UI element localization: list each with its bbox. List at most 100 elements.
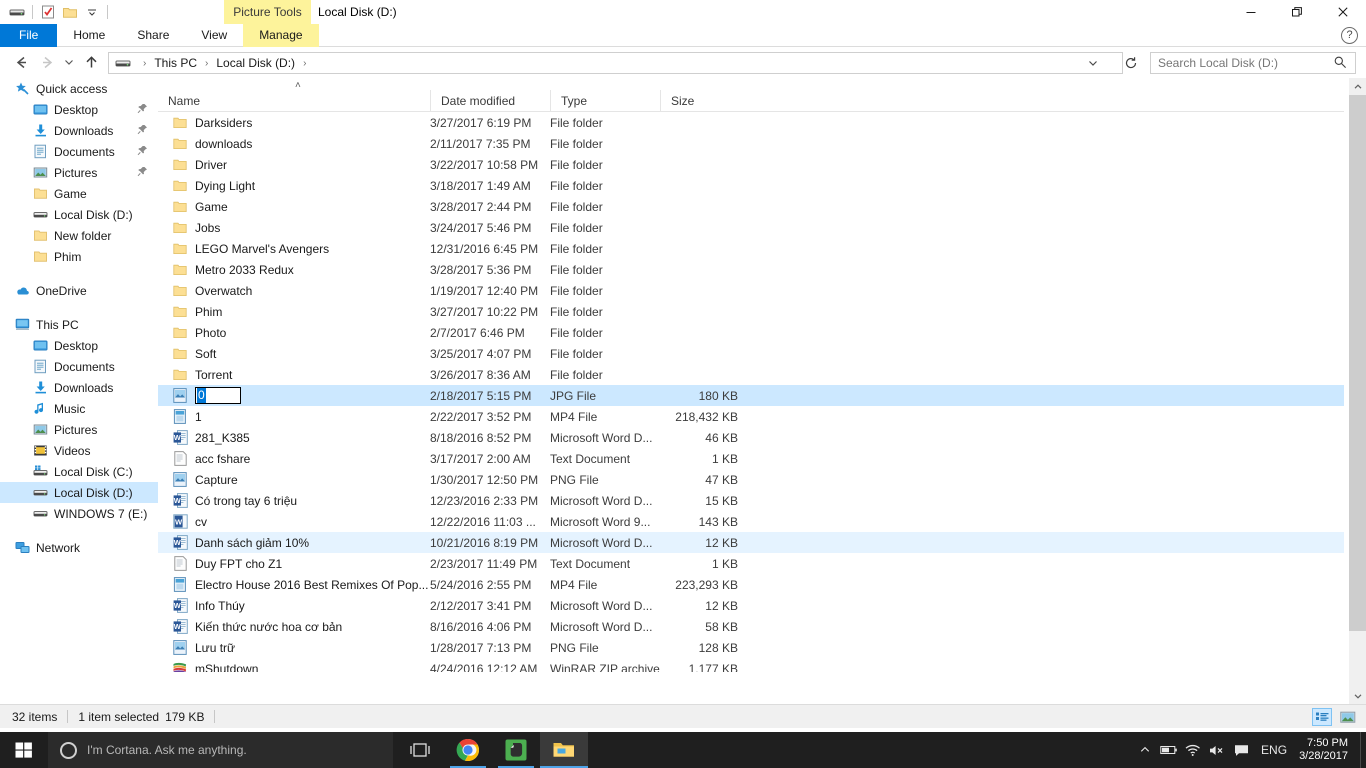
recent-locations-button[interactable] — [60, 49, 78, 75]
file-name-cell[interactable]: W Danh sách giảm 10% — [158, 535, 430, 551]
file-explorer-button[interactable] — [540, 732, 588, 768]
file-name-cell[interactable]: W Có trong tay 6 triệu — [158, 493, 430, 509]
sidebar-item-new-folder[interactable]: New folder — [0, 225, 158, 246]
table-row[interactable]: Duy FPT cho Z1 2/23/2017 11:49 PM Text Doc… — [158, 553, 1344, 574]
file-name-cell[interactable]: mShutdown — [158, 661, 430, 672]
scrollbar-thumb[interactable] — [1349, 95, 1366, 631]
file-name-cell[interactable]: downloads — [158, 136, 430, 152]
table-row[interactable]: Jobs 3/24/2017 5:46 PM File folder — [158, 217, 1344, 238]
file-name-cell[interactable]: Torrent — [158, 367, 430, 383]
properties-icon[interactable] — [37, 1, 59, 23]
sidebar-item-local-disk-c[interactable]: Local Disk (C:) — [0, 461, 158, 482]
forward-button[interactable] — [34, 49, 60, 75]
task-view-button[interactable] — [396, 732, 444, 768]
table-row[interactable]: Metro 2033 Redux 3/28/2017 5:36 PM File fo… — [158, 259, 1344, 280]
navigation-pane[interactable]: Quick access Desktop Downloads Documents… — [0, 78, 158, 704]
scroll-down-button[interactable] — [1349, 687, 1366, 704]
sidebar-item-documents[interactable]: Documents — [0, 356, 158, 377]
table-row[interactable]: Torrent 3/26/2017 8:36 AM File folder — [158, 364, 1344, 385]
breadcrumb-chevron-3[interactable]: › — [297, 58, 312, 69]
table-row[interactable]: Wcv 12/22/2016 11:03 ... Microsoft Word 9.… — [158, 511, 1344, 532]
file-name-cell[interactable]: W 281_K385 — [158, 430, 430, 446]
clock[interactable]: 7:50 PM 3/28/2017 — [1295, 737, 1360, 763]
file-name-cell[interactable]: Phim — [158, 304, 430, 320]
sidebar-item-local-disk-d-qa[interactable]: Local Disk (D:) — [0, 204, 158, 225]
table-row[interactable]: LEGO Marvel's Avengers 12/31/2016 6:45 PM… — [158, 238, 1344, 259]
start-button[interactable] — [0, 732, 48, 768]
breadcrumb-this-pc[interactable]: This PC — [152, 56, 199, 70]
up-button[interactable] — [78, 49, 104, 75]
table-row[interactable]: W 281_K385 8/18/2016 8:52 PM Microsoft Word… — [158, 427, 1344, 448]
tab-share[interactable]: Share — [121, 24, 185, 47]
table-row[interactable]: Capture 1/30/2017 12:50 PM PNG File 47 KB — [158, 469, 1344, 490]
breadcrumb-dropdown-icon[interactable] — [1084, 53, 1102, 73]
table-row[interactable]: Game 3/28/2017 2:44 PM File folder — [158, 196, 1344, 217]
file-name-cell[interactable]: acc fshare — [158, 451, 430, 467]
pin-icon[interactable] — [137, 103, 148, 117]
table-row[interactable]: W Có trong tay 6 triệu 12/23/2016 2:33 PM M… — [158, 490, 1344, 511]
rename-input[interactable]: 0 — [195, 387, 241, 404]
customize-dropdown-icon[interactable] — [81, 1, 103, 23]
sidebar-item-local-disk-d[interactable]: Local Disk (D:) — [0, 482, 158, 503]
table-row[interactable]: acc fshare 3/17/2017 2:00 AM Text Document… — [158, 448, 1344, 469]
file-name-cell[interactable]: Lưu trữ — [158, 640, 430, 656]
sidebar-item-game[interactable]: Game — [0, 183, 158, 204]
table-row[interactable]: Darksiders 3/27/2017 6:19 PM File folder — [158, 112, 1344, 133]
sidebar-item-pictures[interactable]: Pictures — [0, 419, 158, 440]
drive-icon[interactable] — [6, 1, 28, 23]
action-center-icon[interactable] — [1229, 732, 1253, 768]
table-row[interactable]: Phim 3/27/2017 10:22 PM File folder — [158, 301, 1344, 322]
vertical-scrollbar[interactable] — [1349, 78, 1366, 704]
pin-icon[interactable] — [137, 145, 148, 159]
file-name-cell[interactable]: Photo — [158, 325, 430, 341]
cortana-search-box[interactable]: I'm Cortana. Ask me anything. — [48, 732, 393, 768]
sidebar-item-music[interactable]: Music — [0, 398, 158, 419]
chrome-button[interactable] — [444, 732, 492, 768]
sidebar-item-onedrive[interactable]: OneDrive — [0, 280, 158, 301]
volume-muted-icon[interactable] — [1205, 732, 1229, 768]
file-name-cell[interactable]: Duy FPT cho Z1 — [158, 556, 430, 572]
file-name-cell[interactable]: Soft — [158, 346, 430, 362]
close-button[interactable] — [1320, 0, 1366, 24]
help-icon[interactable]: ? — [1341, 27, 1358, 44]
breadcrumb-local-disk-d[interactable]: Local Disk (D:) — [214, 56, 297, 70]
sidebar-item-pictures-qa[interactable]: Pictures — [0, 162, 158, 183]
file-name-cell[interactable]: Wcv — [158, 514, 430, 530]
table-row[interactable]: W Danh sách giảm 10% 10/21/2016 8:19 PM Mic… — [158, 532, 1344, 553]
search-input[interactable]: Search Local Disk (D:) — [1151, 56, 1333, 70]
breadcrumb[interactable]: › This PC › Local Disk (D:) › — [108, 52, 1123, 74]
back-button[interactable] — [8, 49, 34, 75]
table-row[interactable]: Photo 2/7/2017 6:46 PM File folder — [158, 322, 1344, 343]
file-name-cell[interactable]: Metro 2033 Redux — [158, 262, 430, 278]
column-header-type[interactable]: Type — [550, 90, 660, 112]
show-desktop-button[interactable] — [1360, 732, 1366, 768]
table-row[interactable]: W Kiến thức nước hoa cơ bản 8/16/2016 4:06… — [158, 616, 1344, 637]
tab-home[interactable]: Home — [57, 24, 121, 47]
wifi-icon[interactable] — [1181, 732, 1205, 768]
file-name-cell[interactable]: Capture — [158, 472, 430, 488]
table-row[interactable]: mShutdown 4/24/2016 12:12 AM WinRAR ZIP ar… — [158, 658, 1344, 672]
sidebar-item-this-pc[interactable]: This PC — [0, 314, 158, 335]
table-row[interactable]: Lưu trữ 1/28/2017 7:13 PM PNG File 128 KB — [158, 637, 1344, 658]
file-name-cell[interactable]: 1 — [158, 409, 430, 425]
tray-overflow-icon[interactable] — [1133, 732, 1157, 768]
file-name-cell[interactable]: Driver — [158, 157, 430, 173]
file-name-cell[interactable]: Darksiders — [158, 115, 430, 131]
table-row[interactable]: 0 2/18/2017 5:15 PM JPG File 180 KB — [158, 385, 1344, 406]
pin-icon[interactable] — [137, 166, 148, 180]
sidebar-item-windows-7-e[interactable]: WINDOWS 7 (E:) — [0, 503, 158, 524]
sidebar-item-network[interactable]: Network — [0, 537, 158, 558]
details-view-button[interactable] — [1312, 708, 1332, 726]
evernote-button[interactable] — [492, 732, 540, 768]
column-header-size[interactable]: Size — [660, 90, 744, 112]
table-row[interactable]: Driver 3/22/2017 10:58 PM File folder — [158, 154, 1344, 175]
refresh-button[interactable] — [1121, 53, 1141, 73]
tab-manage[interactable]: Manage — [243, 24, 319, 47]
sidebar-item-desktop-qa[interactable]: Desktop — [0, 99, 158, 120]
file-name-cell[interactable]: Overwatch — [158, 283, 430, 299]
sidebar-item-quick-access[interactable]: Quick access — [0, 78, 158, 99]
table-row[interactable]: Soft 3/25/2017 4:07 PM File folder — [158, 343, 1344, 364]
tab-view[interactable]: View — [185, 24, 243, 47]
sidebar-item-phim[interactable]: Phim — [0, 246, 158, 267]
maximize-button[interactable] — [1274, 0, 1320, 24]
